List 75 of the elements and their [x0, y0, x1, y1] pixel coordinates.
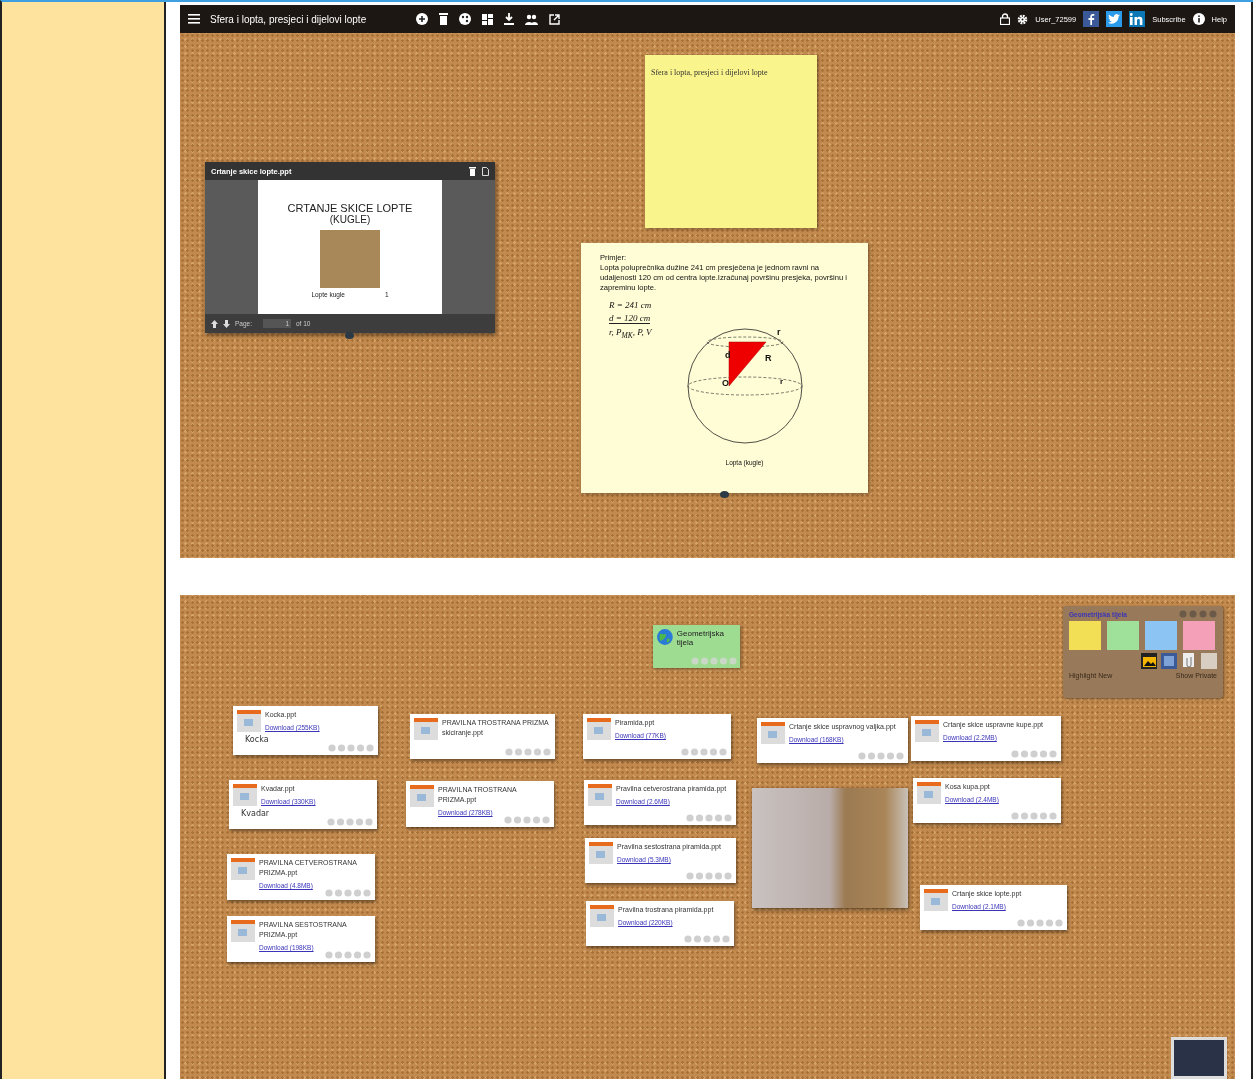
pin-icon: [720, 491, 729, 498]
presentation-file-icon: [924, 889, 948, 912]
topic-card[interactable]: Geometrijska tijela: [653, 625, 740, 669]
diagram-label: r: [776, 326, 780, 337]
card-note: Kocka: [245, 735, 270, 745]
diagram-label: O: [721, 377, 729, 388]
globe-icon: [657, 629, 673, 646]
sticky-note-swatch[interactable]: [1183, 621, 1215, 651]
action-icons-drawing[interactable]: [1017, 919, 1063, 928]
action-icons-drawing[interactable]: [504, 816, 550, 825]
diagram-label: R: [764, 352, 771, 363]
up-arrow-icon[interactable]: [211, 319, 218, 328]
presentation-file-icon: [915, 720, 939, 743]
sticky-note-swatch[interactable]: [1145, 621, 1177, 651]
slide-title: CRTANJE SKICE LOPTE: [287, 202, 413, 214]
presentation-file-icon: [587, 718, 611, 741]
trash-icon[interactable]: [439, 13, 449, 25]
blank-note-icon[interactable]: [1201, 653, 1217, 670]
presentation-file-icon: [237, 710, 261, 733]
board-title: Sfera i lopta, presjeci i dijelovi lopte: [210, 13, 367, 25]
presentation-file-icon: [410, 785, 434, 808]
presentation-file-icon: [761, 722, 785, 745]
card-note: Kvadar: [241, 809, 271, 819]
facebook-icon[interactable]: [1083, 11, 1100, 27]
minimap[interactable]: [1171, 1037, 1227, 1079]
attachment-icon[interactable]: [1181, 653, 1197, 670]
action-icons-drawing[interactable]: [327, 818, 373, 827]
slide-subtitle: (KUGLE): [329, 214, 371, 225]
presentation-file-icon: [233, 784, 257, 807]
action-icons-drawing[interactable]: [684, 935, 730, 944]
formula: R = 241 cm: [609, 300, 652, 310]
action-icons-drawing[interactable]: [325, 889, 371, 898]
external-link-icon[interactable]: [549, 13, 561, 25]
menu-icon[interactable]: [188, 14, 200, 24]
twitter-icon[interactable]: [1106, 11, 1123, 27]
presentation-file-icon: [231, 858, 255, 881]
document-icon[interactable]: [482, 166, 489, 176]
formula: d = 120 cm: [609, 313, 651, 324]
formula: r, P$_{MK}$, P, V: [609, 327, 652, 340]
action-icons-drawing[interactable]: [1011, 750, 1057, 759]
sticky-note-swatch[interactable]: [1107, 621, 1139, 651]
presentation-file-icon: [588, 784, 612, 807]
topic-title: Geometrijska tijela: [676, 629, 725, 648]
action-icons-drawing[interactable]: [505, 748, 551, 757]
action-icons-drawing[interactable]: [686, 814, 732, 823]
add-icon[interactable]: [416, 13, 429, 25]
download-icon[interactable]: [504, 13, 515, 25]
action-icons-drawing[interactable]: [1011, 812, 1057, 821]
presentation-file-icon: [589, 842, 613, 865]
sticky-note-swatch[interactable]: [1069, 621, 1101, 651]
presentation-file-icon: [414, 718, 438, 741]
photo-placeholder: [320, 230, 380, 288]
action-icons-drawing[interactable]: [328, 744, 374, 753]
down-arrow-icon[interactable]: [223, 319, 230, 328]
info-icon[interactable]: [1192, 13, 1205, 25]
action-icons-drawing[interactable]: [858, 752, 904, 761]
presentation-file-icon: [231, 920, 255, 943]
settings-icon[interactable]: [1017, 13, 1029, 25]
image-icon[interactable]: [1141, 653, 1157, 670]
action-icons-drawing[interactable]: [686, 872, 732, 881]
people-icon[interactable]: [525, 13, 539, 25]
panel-control-icons-drawing[interactable]: [1179, 610, 1217, 619]
presentation-file-icon: [917, 782, 941, 805]
linkedin-icon[interactable]: [1129, 11, 1146, 27]
trash-icon[interactable]: [469, 166, 476, 176]
presentation-file-icon: [590, 905, 614, 928]
diagram-label: d: [724, 349, 730, 360]
lock-icon[interactable]: [1000, 13, 1011, 25]
sticky-note-text: Sfera i lopta, presjeci i dijelovi lopte: [651, 68, 768, 77]
action-icons-drawing[interactable]: [681, 748, 727, 757]
diagram-label: r: [779, 376, 783, 386]
pin-icon: [345, 332, 354, 339]
action-icons-drawing[interactable]: [325, 951, 371, 960]
layout-icon[interactable]: [482, 13, 494, 25]
palette-icon[interactable]: [459, 13, 472, 25]
